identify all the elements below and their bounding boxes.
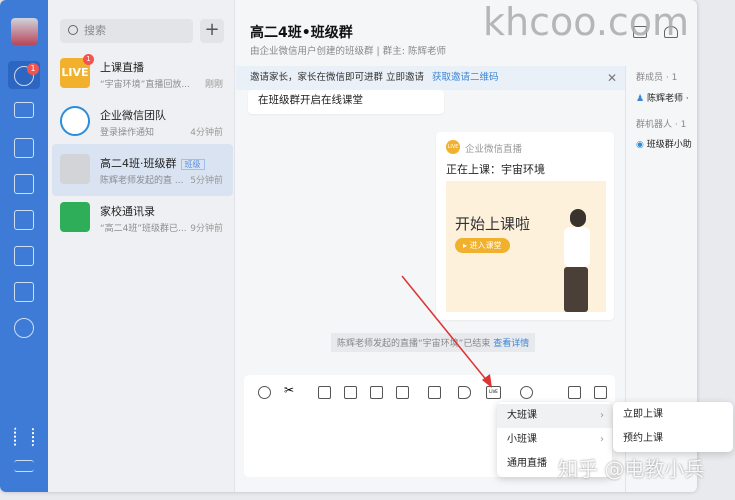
robot-icon: ◉	[636, 140, 644, 150]
menu-item-schedule[interactable]: 预约上课	[613, 427, 733, 451]
conversation-time: 9分钟前	[190, 224, 223, 234]
scissors-icon[interactable]: ✂	[284, 383, 297, 397]
sidebar-toggle-icon[interactable]	[594, 386, 607, 399]
menu-label: 通用直播	[507, 458, 547, 469]
menu-item-start-now[interactable]: 立即上课	[613, 403, 733, 427]
chat-badge: 1	[27, 63, 39, 75]
robots-heading: 群机器人 · 1	[636, 120, 687, 130]
banner-title: 开始上课啦	[455, 215, 531, 233]
user-icon: ♟	[636, 94, 645, 104]
nav-bar: 1	[0, 0, 48, 492]
members-heading: 群成员 · 1	[636, 73, 678, 83]
illustration-body	[564, 227, 590, 267]
message-bubble: 在班级群开启在线课堂	[248, 90, 444, 114]
group-avatar	[60, 154, 90, 184]
robot-name: 班级群小助	[646, 140, 692, 150]
menu-item-large-class[interactable]: 大班课 ›	[497, 404, 612, 428]
user-avatar[interactable]	[11, 18, 38, 45]
enter-class-button[interactable]: ▸ 进入课堂	[455, 238, 510, 253]
conversation-item-selected[interactable]: 高二4班·班级群 班级 陈辉老师发起的直 ... 5分钟前	[52, 144, 233, 196]
conversation-preview: 陈辉老师发起的直 ...	[100, 176, 184, 186]
card-text: 正在上课：宇宙环境	[446, 163, 545, 176]
live-icon: LIVE	[446, 140, 460, 154]
name-text: 高二4班·班级群	[100, 157, 177, 170]
search-input[interactable]: 搜索	[60, 19, 193, 43]
search-icon	[68, 25, 78, 35]
watermark-bottom: 知乎 @电教小兵	[558, 457, 705, 481]
unread-badge: 1	[83, 54, 94, 65]
close-icon[interactable]: ✕	[607, 66, 617, 90]
menu-label: 小班课	[507, 434, 537, 445]
document-icon[interactable]	[344, 386, 357, 399]
menu-item-small-class[interactable]: 小班课 ›	[497, 428, 612, 452]
menu-label: 大班课	[507, 410, 537, 421]
conversation-name: 高二4班·班级群 班级	[100, 155, 205, 171]
conversation-preview: “高二4班”班级群已...	[100, 224, 187, 234]
chevron-right-icon: ›	[600, 410, 604, 421]
robot-item[interactable]: ◉ 班级群小助	[636, 137, 692, 150]
conversation-name: 家校通讯录	[100, 205, 155, 218]
member-item[interactable]: ♟ 陈辉老师 ·	[636, 91, 689, 104]
history-icon[interactable]	[568, 386, 581, 399]
conversation-item[interactable]: 企业微信团队 登录操作通知 4分钟前	[52, 96, 233, 148]
invite-banner: 邀请家长，家长在微信即可进群 立即邀请 获取邀请二维码 ✕	[236, 66, 625, 90]
more-icon[interactable]	[520, 386, 533, 399]
calendar-icon[interactable]	[370, 386, 383, 399]
card-source: 企业微信直播	[465, 144, 523, 155]
conversation-preview: “宇宙环境”直播回放...	[100, 80, 190, 90]
annotation-arrow	[401, 275, 492, 388]
photo-icon[interactable]	[14, 210, 34, 230]
menu-icon[interactable]	[14, 460, 34, 472]
teacher-illustration	[570, 209, 586, 227]
apps-icon[interactable]	[14, 246, 34, 266]
conversation-list: 搜索 + LIVE 1 上课直播 “宇宙环境”直播回放... 刚刚 企业微信团队…	[48, 0, 235, 492]
watermark-top: khcoo.com	[483, 0, 690, 44]
conversation-time: 刚刚	[204, 80, 223, 90]
org-icon[interactable]	[14, 282, 34, 302]
chevron-right-icon: ›	[600, 434, 604, 445]
add-button[interactable]: +	[200, 19, 224, 43]
settings-sliders-icon[interactable]	[14, 427, 34, 447]
invite-qr-link[interactable]: 获取邀请二维码	[432, 72, 499, 83]
class-tag: 班级	[180, 159, 205, 170]
conversation-name: 上课直播	[100, 61, 144, 74]
large-class-submenu: 立即上课 预约上课	[613, 402, 733, 452]
calendar-icon[interactable]	[14, 174, 34, 194]
conversation-preview: 登录操作通知	[100, 128, 155, 138]
invite-text: 邀请家长，家长在微信即可进群 立即邀请	[250, 72, 425, 83]
illustration-legs	[564, 267, 588, 312]
contacts-avatar	[60, 202, 90, 232]
image-icon[interactable]	[318, 386, 331, 399]
docs-icon[interactable]	[14, 138, 34, 158]
conversation-item[interactable]: 家校通讯录 “高二4班”班级群已... 9分钟前	[52, 192, 233, 244]
chat-subtitle: 由企业微信用户创建的班级群 | 群主: 陈辉老师	[250, 46, 446, 57]
emoji-icon[interactable]	[258, 386, 271, 399]
conversation-item[interactable]: LIVE 1 上课直播 “宇宙环境”直播回放... 刚刚	[52, 48, 233, 100]
chat-title: 高二4班•班级群	[250, 25, 353, 41]
member-name: 陈辉老师 ·	[646, 94, 689, 104]
mail-icon[interactable]	[14, 102, 34, 118]
conversation-name: 企业微信团队	[100, 109, 166, 122]
wecom-team-avatar	[60, 106, 90, 136]
conversation-time: 5分钟前	[190, 176, 223, 186]
conversation-time: 4分钟前	[190, 128, 223, 138]
workbench-icon[interactable]	[14, 318, 34, 338]
